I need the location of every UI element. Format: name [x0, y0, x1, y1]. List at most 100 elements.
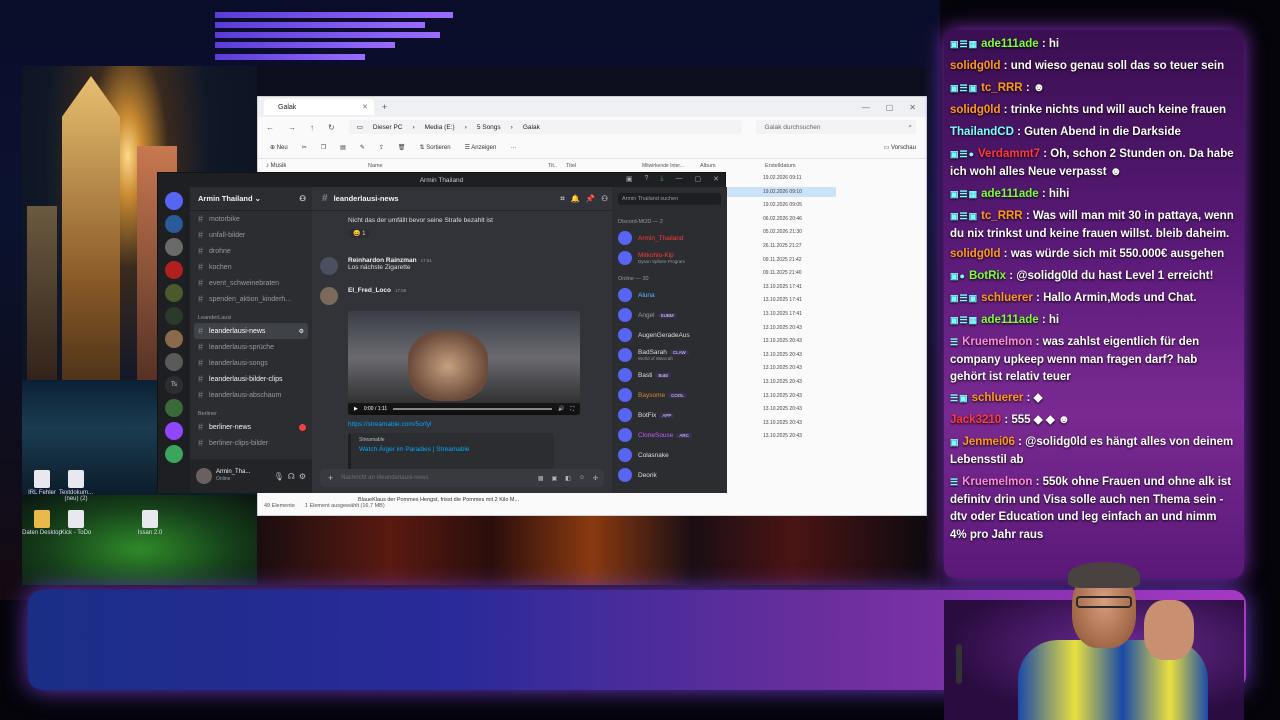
- member-item[interactable]: AugenGeradeAus: [612, 325, 727, 345]
- member-item[interactable]: Aluna: [612, 285, 727, 305]
- member-item[interactable]: CloneSouse ARC: [612, 425, 727, 445]
- emoji-icon[interactable]: ☺: [579, 475, 585, 481]
- avatar[interactable]: [196, 468, 212, 484]
- address-bar[interactable]: ▭ Dieser PC › Media (E:) › 5 Songs › Galak: [348, 120, 743, 134]
- add-tab-icon[interactable]: +: [382, 102, 387, 112]
- member-item[interactable]: BotFix APP: [612, 405, 727, 425]
- microphone-icon[interactable]: 🎙: [274, 472, 284, 481]
- copy-icon[interactable]: ❐: [321, 144, 326, 151]
- server-icon[interactable]: [165, 330, 183, 348]
- channel-leanderlausi-sprueche[interactable]: # leanderlausi-sprüche: [190, 339, 312, 355]
- threads-icon[interactable]: ⌗: [560, 194, 564, 204]
- message-input[interactable]: + Nachricht an #leanderlausi-news ▦ ▣ ◧ …: [320, 469, 604, 487]
- column-name[interactable]: Name: [368, 163, 383, 169]
- member-item[interactable]: Angel SUBM: [612, 305, 727, 325]
- server-icon[interactable]: [165, 399, 183, 417]
- channel-drohne[interactable]: # drohne: [190, 243, 312, 259]
- maximize-icon[interactable]: ▢: [695, 175, 702, 183]
- help-icon[interactable]: ?: [644, 175, 648, 183]
- column-titel[interactable]: Titel: [566, 163, 576, 169]
- forward-icon[interactable]: →: [288, 123, 296, 132]
- member-item[interactable]: Deorik: [612, 465, 727, 485]
- avatar[interactable]: [320, 257, 338, 275]
- settings-icon[interactable]: ⚙: [299, 328, 304, 335]
- discord-home-icon[interactable]: [165, 192, 183, 210]
- desktop-icon-kick-todo[interactable]: Kick - ToDo: [56, 510, 96, 536]
- headphones-icon[interactable]: ☊: [288, 472, 295, 481]
- rename-icon[interactable]: ✎: [360, 144, 365, 151]
- gear-icon[interactable]: ⚙: [299, 472, 306, 481]
- column-album[interactable]: Album: [700, 163, 716, 169]
- channel-berliner-clips-bilder[interactable]: # berliner-clips-bilder: [190, 435, 312, 451]
- apps-icon[interactable]: ✣: [593, 475, 598, 482]
- pin-icon[interactable]: 📌: [586, 194, 595, 203]
- refresh-icon[interactable]: ↻: [328, 123, 335, 132]
- fullscreen-icon[interactable]: ⛶: [570, 406, 574, 412]
- view-button[interactable]: ☰ Anzeigen: [465, 144, 497, 151]
- channel-unfall-bilder[interactable]: # unfall-bilder: [190, 227, 312, 243]
- avatar[interactable]: [320, 287, 338, 305]
- channel-berliner-news[interactable]: # berliner-news: [190, 419, 312, 435]
- server-icon[interactable]: [165, 238, 183, 256]
- category-berliner[interactable]: Berliner: [190, 403, 312, 419]
- twitch-icon[interactable]: [165, 422, 183, 440]
- video-seekbar[interactable]: [393, 408, 553, 410]
- column-artists[interactable]: Mitwirkende Inter...: [642, 163, 684, 169]
- member-item[interactable]: Baysome COOL: [612, 385, 727, 405]
- guild-header[interactable]: Armin Thailand ⌄ ⚇: [190, 187, 312, 211]
- nav-pane-music[interactable]: ♪ Musik: [266, 163, 286, 169]
- search-input[interactable]: Galak durchsuchen ⌕: [756, 120, 916, 134]
- play-icon[interactable]: ▶: [354, 406, 358, 412]
- channel-event[interactable]: # event_schweinebraten: [190, 275, 312, 291]
- close-icon[interactable]: ✕: [909, 103, 916, 112]
- member-item[interactable]: Mitkohlo-Kip Dyson Sphere Program: [612, 248, 727, 268]
- paste-icon[interactable]: ▤: [340, 144, 346, 151]
- member-search-input[interactable]: Armin Thailand suchen: [618, 193, 721, 205]
- message-link[interactable]: https://streamable.com/5orfyl: [348, 421, 431, 428]
- minimize-icon[interactable]: —: [862, 103, 870, 112]
- channel-motorbike[interactable]: # motorbike: [190, 211, 312, 227]
- maximize-icon[interactable]: ▢: [886, 103, 894, 112]
- add-member-icon[interactable]: ⚇: [299, 194, 306, 203]
- volume-icon[interactable]: 🔊: [558, 406, 564, 412]
- reaction-chip[interactable]: 😄 1: [348, 229, 371, 238]
- server-icon[interactable]: [165, 261, 183, 279]
- server-icon[interactable]: [165, 353, 183, 371]
- channel-leanderlausi-songs[interactable]: # leanderlausi-songs: [190, 355, 312, 371]
- close-icon[interactable]: ✕: [713, 175, 719, 183]
- gif-icon[interactable]: ▣: [551, 475, 557, 482]
- member-item[interactable]: Basti BoBi: [612, 365, 727, 385]
- minimize-icon[interactable]: —: [676, 175, 683, 183]
- category-leanderlausi[interactable]: LeanderLausi: [190, 307, 312, 323]
- channel-leanderlausi-abschaum[interactable]: # leanderlausi-abschaum: [190, 387, 312, 403]
- column-created[interactable]: Erstelldatum: [765, 163, 796, 169]
- channel-leanderlausi-news[interactable]: # leanderlausi-news ⚙: [194, 323, 308, 339]
- channel-spenden[interactable]: # spenden_aktion_kinderh...: [190, 291, 312, 307]
- server-icon[interactable]: [165, 307, 183, 325]
- download-icon[interactable]: ⤓: [660, 175, 663, 183]
- members-icon[interactable]: ⚇: [601, 194, 608, 203]
- channel-kochen[interactable]: # kochen: [190, 259, 312, 275]
- server-icon-ts[interactable]: Ts: [165, 376, 183, 394]
- server-icon[interactable]: [165, 284, 183, 302]
- delete-icon[interactable]: 🗑: [398, 144, 406, 151]
- new-button[interactable]: ⊕ Neu: [270, 144, 288, 151]
- member-item[interactable]: Armin_Thailand: [612, 228, 727, 248]
- desktop-icon-textdokument[interactable]: Textdokum... (neu) (2): [56, 470, 96, 502]
- member-item[interactable]: Colasnake: [612, 445, 727, 465]
- desktop-icon-issan[interactable]: Issan 2.0: [130, 510, 170, 536]
- close-tab-icon[interactable]: ✕: [362, 103, 368, 111]
- explore-icon[interactable]: [165, 445, 183, 463]
- up-icon[interactable]: ↑: [310, 123, 314, 132]
- back-icon[interactable]: ←: [266, 123, 274, 132]
- sticker-icon[interactable]: ◧: [565, 475, 571, 482]
- explorer-tab[interactable]: Galak ✕: [264, 99, 374, 115]
- bell-icon[interactable]: 🔔: [571, 194, 580, 203]
- gift-icon[interactable]: ▦: [538, 475, 544, 482]
- server-icon[interactable]: [165, 215, 183, 233]
- channel-leanderlausi-bilder-clips[interactable]: # leanderlausi-bilder-clips: [190, 371, 312, 387]
- column-tit[interactable]: Tit..: [548, 163, 557, 169]
- member-item[interactable]: BadSarah CLAW World of Warcraft: [612, 345, 727, 365]
- add-attachment-icon[interactable]: +: [328, 473, 333, 483]
- preview-button[interactable]: ▭ Vorschau: [884, 144, 916, 151]
